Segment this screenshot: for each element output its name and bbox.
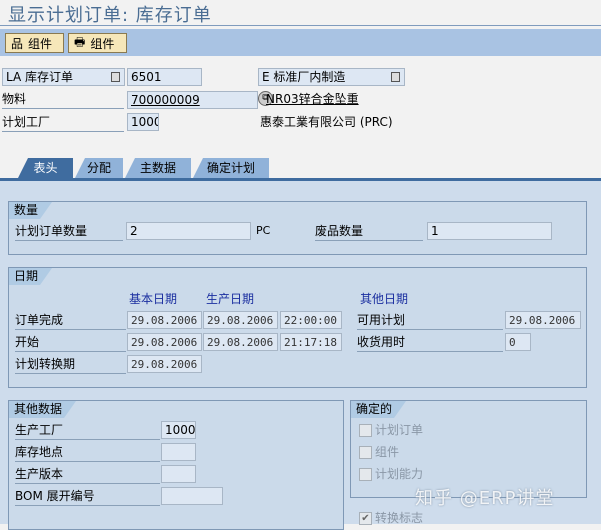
prod-start-field[interactable]: 29.08.2006	[203, 333, 278, 351]
group-title: 其他数据	[9, 401, 76, 418]
material-label: 物料	[2, 90, 124, 109]
prod-finish-field[interactable]: 29.08.2006	[203, 311, 278, 329]
basic-dates-header: 基本日期	[129, 292, 178, 306]
plant-label: 计划工厂	[2, 113, 124, 132]
components-print-button[interactable]: 🖶 组件	[68, 33, 127, 53]
watermark: 知乎 @ERP讲堂	[415, 488, 555, 509]
firm-planned-order-checkbox[interactable]	[359, 424, 372, 437]
storage-location-label: 库存地点	[15, 443, 160, 462]
basic-finish-field[interactable]: 29.08.2006	[127, 311, 202, 329]
order-type-field[interactable]: LA 库存订单	[2, 68, 125, 86]
scrap-field[interactable]: 1	[427, 222, 552, 240]
finish-time-field[interactable]: 22:00:00	[280, 311, 342, 329]
tab-assignment[interactable]: 分配	[75, 158, 123, 178]
start-time-field[interactable]: 21:17:18	[280, 333, 342, 351]
start-label: 开始	[15, 333, 126, 352]
conversion-date-field[interactable]: 29.08.2006	[127, 355, 202, 373]
availability-field[interactable]: 29.08.2006	[505, 311, 581, 329]
tab-firming[interactable]: 确定计划	[193, 158, 269, 178]
conversion-indicator-label: 转换标志	[375, 511, 424, 525]
order-qty-field[interactable]: 2	[126, 222, 251, 240]
material-field[interactable]: 700000009	[127, 91, 258, 109]
basic-start-field[interactable]: 29.08.2006	[127, 333, 202, 351]
availability-label: 可用计划	[357, 311, 503, 330]
conversion-date-label: 计划转换期	[15, 355, 126, 374]
unit-label: PC	[256, 224, 271, 237]
other-dates-header: 其他日期	[360, 292, 409, 306]
firm-planned-order-label: 计划订单	[375, 423, 424, 437]
order-qty-label: 计划订单数量	[15, 222, 123, 241]
gr-time-field[interactable]: 0	[505, 333, 531, 351]
page-title: 显示计划订单: 库存订单	[8, 5, 212, 26]
order-number-field[interactable]: 6501	[127, 68, 202, 86]
order-finish-label: 订单完成	[15, 311, 126, 330]
group-title: 数量	[9, 202, 52, 219]
storage-location-field[interactable]	[161, 443, 196, 461]
material-description: NR03锌合金坠重	[266, 92, 359, 106]
components-hierarchy-button[interactable]: 品组件	[5, 33, 64, 53]
plant-name: 惠泰工業有限公司 (PRC)	[260, 115, 393, 129]
bom-explosion-field[interactable]	[161, 487, 223, 505]
conversion-indicator-checkbox[interactable]: ✔	[359, 512, 372, 525]
firm-capacity-label: 计划能力	[375, 467, 424, 481]
production-dates-header: 生产日期	[206, 292, 255, 306]
firm-components-label: 组件	[375, 445, 400, 459]
scrap-label: 废品数量	[315, 222, 423, 241]
list-icon[interactable]	[111, 72, 120, 82]
prod-plant-label: 生产工厂	[15, 421, 160, 440]
hierarchy-icon: 品	[11, 36, 24, 51]
group-title: 确定的	[351, 401, 406, 418]
production-version-field[interactable]	[161, 465, 196, 483]
tab-header[interactable]: 表头	[18, 158, 73, 178]
firm-capacity-checkbox[interactable]	[359, 468, 372, 481]
gr-time-label: 收货用时	[357, 333, 503, 352]
procurement-type-field[interactable]: E 标准厂内制造	[258, 68, 405, 86]
printer-icon: 🖶	[74, 34, 86, 49]
group-title: 日期	[9, 268, 52, 285]
firm-components-checkbox[interactable]	[359, 446, 372, 459]
title-divider	[0, 25, 601, 26]
prod-plant-field[interactable]: 1000	[161, 421, 196, 439]
production-version-label: 生产版本	[15, 465, 160, 484]
plant-field[interactable]: 1000	[127, 113, 159, 131]
list-icon[interactable]	[391, 72, 400, 82]
application-toolbar: 品组件 🖶 组件	[0, 29, 601, 56]
tab-master-data[interactable]: 主数据	[125, 158, 191, 178]
bom-explosion-label: BOM 展开编号	[15, 487, 160, 506]
